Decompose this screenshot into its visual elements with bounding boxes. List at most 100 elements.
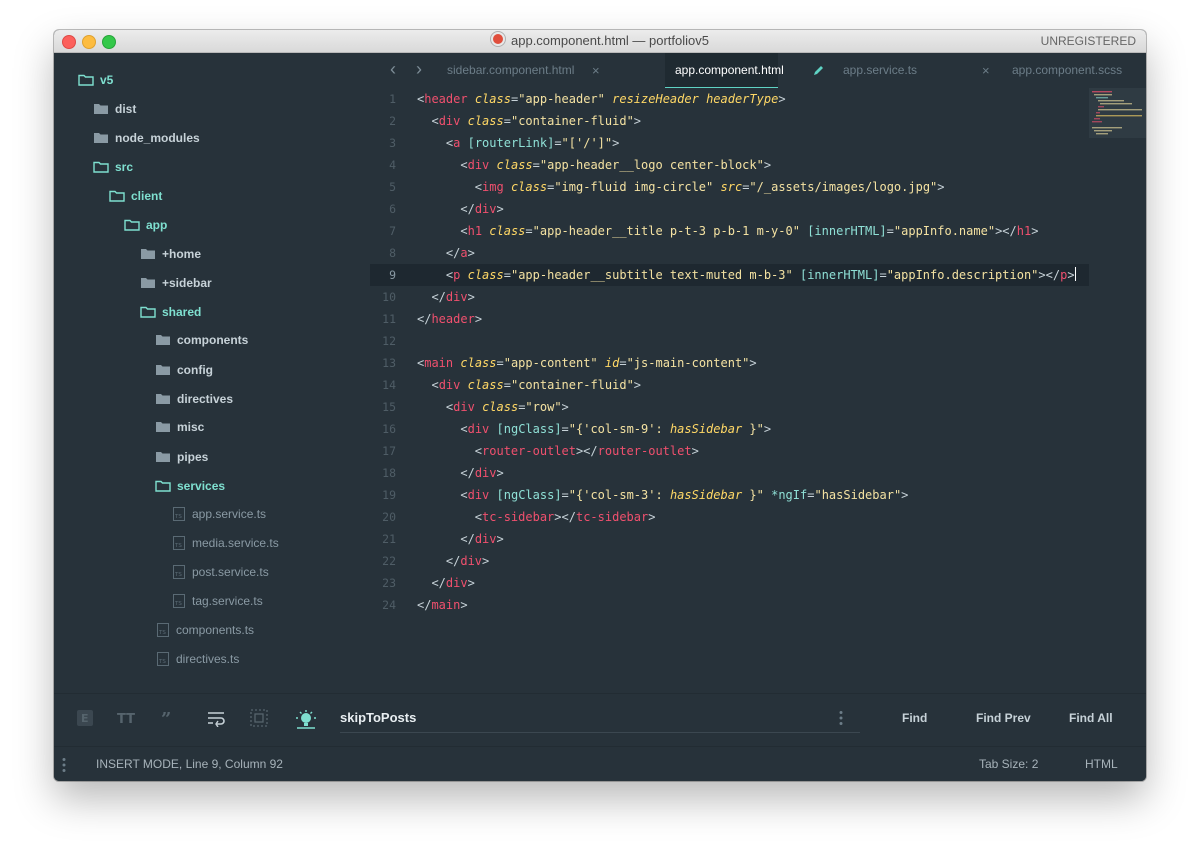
tree-folder-node-modules[interactable]: node_modules [93, 127, 200, 149]
folder-icon [156, 394, 170, 404]
tree-folder-client[interactable]: client [109, 185, 162, 207]
tree-folder-components[interactable]: components [155, 329, 248, 351]
svg-text:TS: TS [158, 659, 166, 665]
tree-file-directives-ts[interactable]: TS directives.ts [156, 648, 239, 670]
code-line-8: </a> [445, 246, 475, 260]
find-prev-button[interactable]: Find Prev [976, 708, 1031, 728]
document-icon [491, 32, 505, 46]
code-line-24: </main> [417, 598, 468, 612]
tab-bar: ‹ › sidebar.component.html × app.compone… [370, 53, 1146, 89]
tab-sidebar-component[interactable]: sidebar.component.html [447, 53, 574, 88]
line-number: 13 [382, 356, 396, 370]
find-options-icon[interactable] [839, 710, 843, 726]
code-line-17: <router-outlet></router-outlet> [474, 444, 699, 458]
tree-file-tag-service[interactable]: TS tag.service.ts [172, 590, 263, 612]
svg-text:TS: TS [174, 572, 182, 578]
editor-window: app.component.html — portfoliov5 UNREGIS… [54, 30, 1146, 781]
tree-file-components-ts[interactable]: TS components.ts [156, 619, 254, 641]
folder-icon [156, 365, 170, 375]
code-line-11: </header> [417, 312, 483, 326]
window-title: app.component.html — portfoliov5 [54, 30, 1146, 52]
tree-file-media-service[interactable]: TS media.service.ts [172, 532, 279, 554]
svg-text:TT: TT [117, 712, 135, 727]
tree-file-app-service[interactable]: TS app.service.ts [172, 503, 266, 525]
tree-folder-misc[interactable]: misc [155, 416, 204, 438]
tab-app-service[interactable]: app.service.ts [843, 53, 917, 88]
line-number: 22 [382, 554, 396, 568]
close-tab-icon[interactable]: × [592, 53, 600, 88]
typescript-file-icon: TS [173, 536, 185, 550]
tree-file-post-service[interactable]: TS post.service.ts [172, 561, 269, 583]
code-line-6: </div> [460, 202, 504, 216]
panel-menu-icon[interactable] [62, 757, 66, 773]
minimap[interactable] [1089, 88, 1146, 138]
tree-folder-pipes[interactable]: pipes [155, 446, 208, 468]
folder-icon [141, 278, 155, 288]
tree-folder-services[interactable]: services [155, 475, 225, 497]
tab-size-indicator[interactable]: Tab Size: 2 [979, 747, 1038, 781]
code-line-19: <div [ngClass]="{'col-sm-3': hasSidebar … [460, 488, 909, 502]
line-number: 2 [389, 114, 396, 128]
folder-icon [94, 133, 108, 143]
folder-open-icon [140, 306, 156, 318]
back-arrow-icon[interactable]: ‹ [390, 53, 396, 86]
svg-text:TS: TS [174, 543, 182, 549]
folder-icon [141, 249, 155, 259]
tree-folder-app[interactable]: app [124, 214, 167, 236]
line-number: 23 [382, 576, 396, 590]
line-number: 6 [389, 202, 396, 216]
tree-folder-home[interactable]: +home [140, 243, 201, 265]
code-line-22: </div> [445, 554, 490, 568]
svg-text:TS: TS [174, 514, 182, 520]
line-number: 1 [389, 92, 396, 106]
line-number: 10 [382, 290, 396, 304]
case-sensitive-icon[interactable]: TT [117, 709, 135, 727]
code-line-7: <h1 class="app-header__title p-t-3 p-b-1… [460, 224, 1039, 238]
file-tree: v5 dist node_modules src client app +hom… [54, 53, 370, 693]
find-input[interactable]: skipToPosts [340, 704, 860, 733]
code-line-16: <div [ngClass]="{'col-sm-9': hasSidebar … [460, 422, 772, 436]
wrap-icon[interactable] [206, 709, 225, 728]
title-bar: app.component.html — portfoliov5 UNREGIS… [54, 30, 1146, 53]
code-line-9: <p class="app-header__subtitle text-mute… [445, 267, 1076, 282]
tree-folder-shared[interactable]: shared [140, 301, 201, 323]
status-bar: INSERT MODE, Line 9, Column 92 Tab Size:… [54, 746, 1146, 781]
in-selection-icon[interactable] [250, 709, 268, 727]
tree-folder-dist[interactable]: dist [93, 98, 136, 120]
close-tab-icon[interactable]: × [982, 53, 990, 88]
find-all-button[interactable]: Find All [1069, 708, 1113, 728]
tree-folder-src[interactable]: src [93, 156, 133, 178]
svg-text:TS: TS [158, 630, 166, 636]
line-number: 4 [389, 158, 396, 172]
tree-folder-config[interactable]: config [155, 359, 213, 381]
folder-icon [156, 335, 170, 345]
code-line-13: <main class="app-content" id="js-main-co… [417, 356, 757, 370]
tree-folder-sidebar[interactable]: +sidebar [140, 272, 212, 294]
tab-app-component-scss[interactable]: app.component.scss [1012, 53, 1122, 88]
tree-folder-v5[interactable]: v5 [78, 69, 113, 91]
line-number: 8 [389, 246, 396, 260]
minimap-preview [1092, 91, 1142, 135]
highlight-matches-icon[interactable] [294, 709, 318, 729]
regex-toggle-icon[interactable]: E [76, 709, 94, 727]
syntax-selector[interactable]: HTML [1085, 747, 1118, 781]
svg-text:”: ” [161, 709, 171, 727]
find-button[interactable]: Find [902, 708, 927, 728]
folder-icon [94, 104, 108, 114]
tab-app-component[interactable]: app.component.html [675, 53, 784, 88]
folder-icon [156, 422, 170, 432]
typescript-file-icon: TS [173, 594, 185, 608]
line-number: 14 [382, 378, 396, 392]
svg-text:E: E [81, 712, 89, 725]
code-line-15: <div class="row"> [445, 400, 569, 414]
typescript-file-icon: TS [173, 507, 185, 521]
line-number-active: 9 [389, 268, 396, 282]
forward-arrow-icon[interactable]: › [416, 53, 422, 86]
code-editor[interactable]: 1 2 3 4 5 6 7 8 9 10 11 12 13 14 15 16 1… [370, 88, 1146, 693]
code-line-1: <header class="app-header" resizeHeader … [417, 92, 786, 106]
whole-word-icon[interactable]: ” [160, 709, 178, 730]
line-number: 5 [389, 180, 396, 194]
line-number: 18 [382, 466, 396, 480]
tree-folder-directives[interactable]: directives [155, 388, 233, 410]
code-line-20: <tc-sidebar></tc-sidebar> [474, 510, 656, 524]
